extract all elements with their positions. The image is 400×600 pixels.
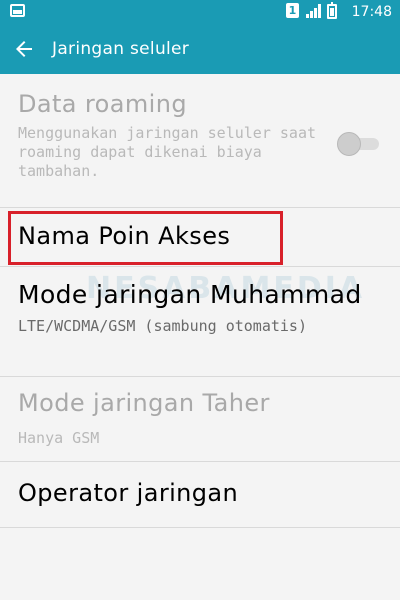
signal-icon: [306, 4, 322, 18]
setting-network-operator[interactable]: Operator jaringan: [0, 462, 400, 528]
setting-summary: LTE/WCDMA/GSM (sambung otomatis): [18, 317, 307, 335]
setting-network-mode-1[interactable]: NESABAMEDIA Mode jaringan Muhammad LTE/W…: [0, 267, 400, 377]
setting-title: Operator jaringan: [18, 479, 239, 507]
sim-icon: 1: [286, 3, 299, 18]
setting-summary: Menggunakan jaringan seluler saat roamin…: [18, 124, 317, 180]
back-arrow-icon[interactable]: [12, 37, 36, 61]
settings-list: Data roaming Menggunakan jaringan selule…: [0, 74, 400, 528]
status-bar: 1 17:48: [0, 0, 400, 24]
gallery-icon: [10, 4, 25, 17]
status-time: 17:48: [351, 4, 392, 20]
setting-title: Mode jaringan Muhammad: [18, 280, 362, 309]
setting-title: Mode jaringan Taher: [18, 389, 270, 417]
setting-title: Nama Poin Akses: [18, 222, 231, 250]
battery-icon: [327, 2, 337, 19]
setting-title: Data roaming: [18, 90, 187, 118]
page-title: Jaringan seluler: [52, 39, 190, 59]
toggle-thumb: [337, 132, 361, 156]
setting-summary: Hanya GSM: [18, 429, 100, 447]
setting-network-mode-2[interactable]: Mode jaringan Taher Hanya GSM: [0, 377, 400, 462]
setting-access-point-names[interactable]: Nama Poin Akses: [0, 208, 400, 267]
app-bar: Jaringan seluler: [0, 24, 400, 74]
data-roaming-toggle[interactable]: [337, 132, 381, 156]
setting-data-roaming[interactable]: Data roaming Menggunakan jaringan selule…: [0, 74, 400, 208]
